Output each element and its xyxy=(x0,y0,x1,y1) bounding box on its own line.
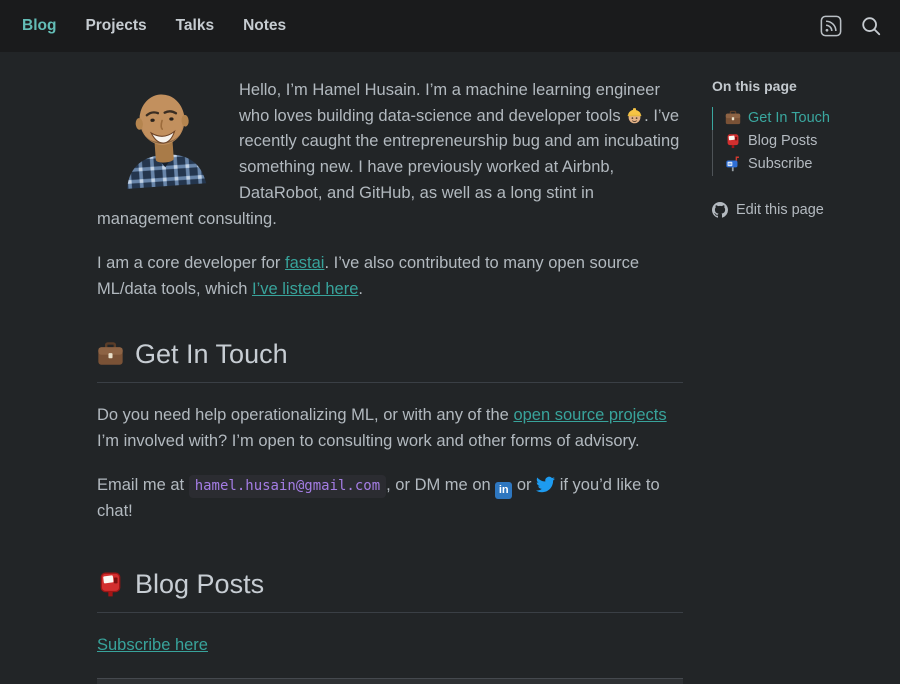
email-text-3: or xyxy=(512,476,536,494)
toc-list: Get In Touch Blog Posts Subscribe xyxy=(712,107,897,176)
nav-item-projects[interactable]: Projects xyxy=(79,13,152,39)
toc-link-get-in-touch[interactable]: Get In Touch xyxy=(712,107,897,130)
toc-label: Get In Touch xyxy=(748,110,830,126)
mailbox-icon xyxy=(725,156,741,172)
blog-posts-table: Date Title 1/16/23 Why Should ML Enginee… xyxy=(97,678,683,684)
blog-posts-heading-text: Blog Posts xyxy=(135,569,264,600)
search-icon[interactable] xyxy=(860,15,882,37)
linkedin-icon[interactable]: in xyxy=(495,482,512,499)
navbar-links: Blog Projects Talks Notes xyxy=(16,13,292,39)
nav-item-notes[interactable]: Notes xyxy=(237,13,292,39)
toc-item-get-in-touch: Get In Touch xyxy=(712,107,897,130)
edit-this-page-label: Edit this page xyxy=(736,202,824,218)
briefcase-icon xyxy=(97,341,124,368)
toc-title: On this page xyxy=(712,78,897,94)
fastai-paragraph: I am a core developer for fastai. I’ve a… xyxy=(97,251,683,302)
email-paragraph: Email me at hamel.husain@gmail.com, or D… xyxy=(97,473,683,525)
consulting-text-1: Do you need help operationalizing ML, or… xyxy=(97,406,513,424)
consulting-paragraph: Do you need help operationalizing ML, or… xyxy=(97,403,683,454)
toc-label: Blog Posts xyxy=(748,133,817,149)
nav-item-talks[interactable]: Talks xyxy=(170,13,221,39)
navbar-icons xyxy=(820,15,884,37)
main-content: Hello, I’m Hamel Husain. I’m a machine l… xyxy=(97,78,683,684)
toc-item-subscribe: Subscribe xyxy=(712,153,897,176)
get-in-touch-heading-text: Get In Touch xyxy=(135,339,288,370)
rss-icon[interactable] xyxy=(820,15,842,37)
fastai-link[interactable]: fastai xyxy=(285,254,324,272)
toc-label: Subscribe xyxy=(748,156,812,172)
page-body: Hello, I’m Hamel Husain. I’m a machine l… xyxy=(0,52,900,684)
github-icon xyxy=(712,202,728,218)
postbox-icon xyxy=(725,133,741,149)
postbox-icon xyxy=(97,571,124,598)
intro-text-1: Hello, I’m Hamel Husain. I’m a machine l… xyxy=(239,81,660,125)
nav-item-blog[interactable]: Blog xyxy=(16,13,62,39)
subscribe-paragraph: Subscribe here xyxy=(97,633,683,659)
fastai-text-3: . xyxy=(358,280,363,298)
consulting-text-2: I’m involved with? I’m open to consultin… xyxy=(97,432,640,450)
email-address[interactable]: hamel.husain@gmail.com xyxy=(189,475,386,498)
avatar xyxy=(103,76,222,192)
email-text-1: Email me at xyxy=(97,476,189,494)
briefcase-icon xyxy=(725,110,741,126)
toc-link-blog-posts[interactable]: Blog Posts xyxy=(712,130,897,153)
toc-link-subscribe[interactable]: Subscribe xyxy=(712,153,897,176)
email-text-2: , or DM me on xyxy=(386,476,495,494)
intro-section: Hello, I’m Hamel Husain. I’m a machine l… xyxy=(97,78,683,232)
subscribe-here-link[interactable]: Subscribe here xyxy=(97,636,208,654)
table-header-date: Date xyxy=(97,678,171,684)
twitter-icon[interactable] xyxy=(536,475,555,494)
open-source-projects-link[interactable]: open source projects xyxy=(513,406,666,424)
construction-worker-emoji xyxy=(625,106,644,125)
get-in-touch-heading: Get In Touch xyxy=(97,339,683,383)
listed-here-link[interactable]: I’ve listed here xyxy=(252,280,358,298)
blog-posts-heading: Blog Posts xyxy=(97,569,683,613)
toc-sidebar: On this page Get In Touch Blog Posts xyxy=(712,78,897,684)
navbar: Blog Projects Talks Notes xyxy=(0,0,900,52)
fastai-text-1: I am a core developer for xyxy=(97,254,285,272)
table-header-title: Title xyxy=(171,678,683,684)
table-header-row: Date Title xyxy=(97,678,683,684)
toc-item-blog-posts: Blog Posts xyxy=(712,130,897,153)
edit-this-page-link[interactable]: Edit this page xyxy=(712,202,897,218)
